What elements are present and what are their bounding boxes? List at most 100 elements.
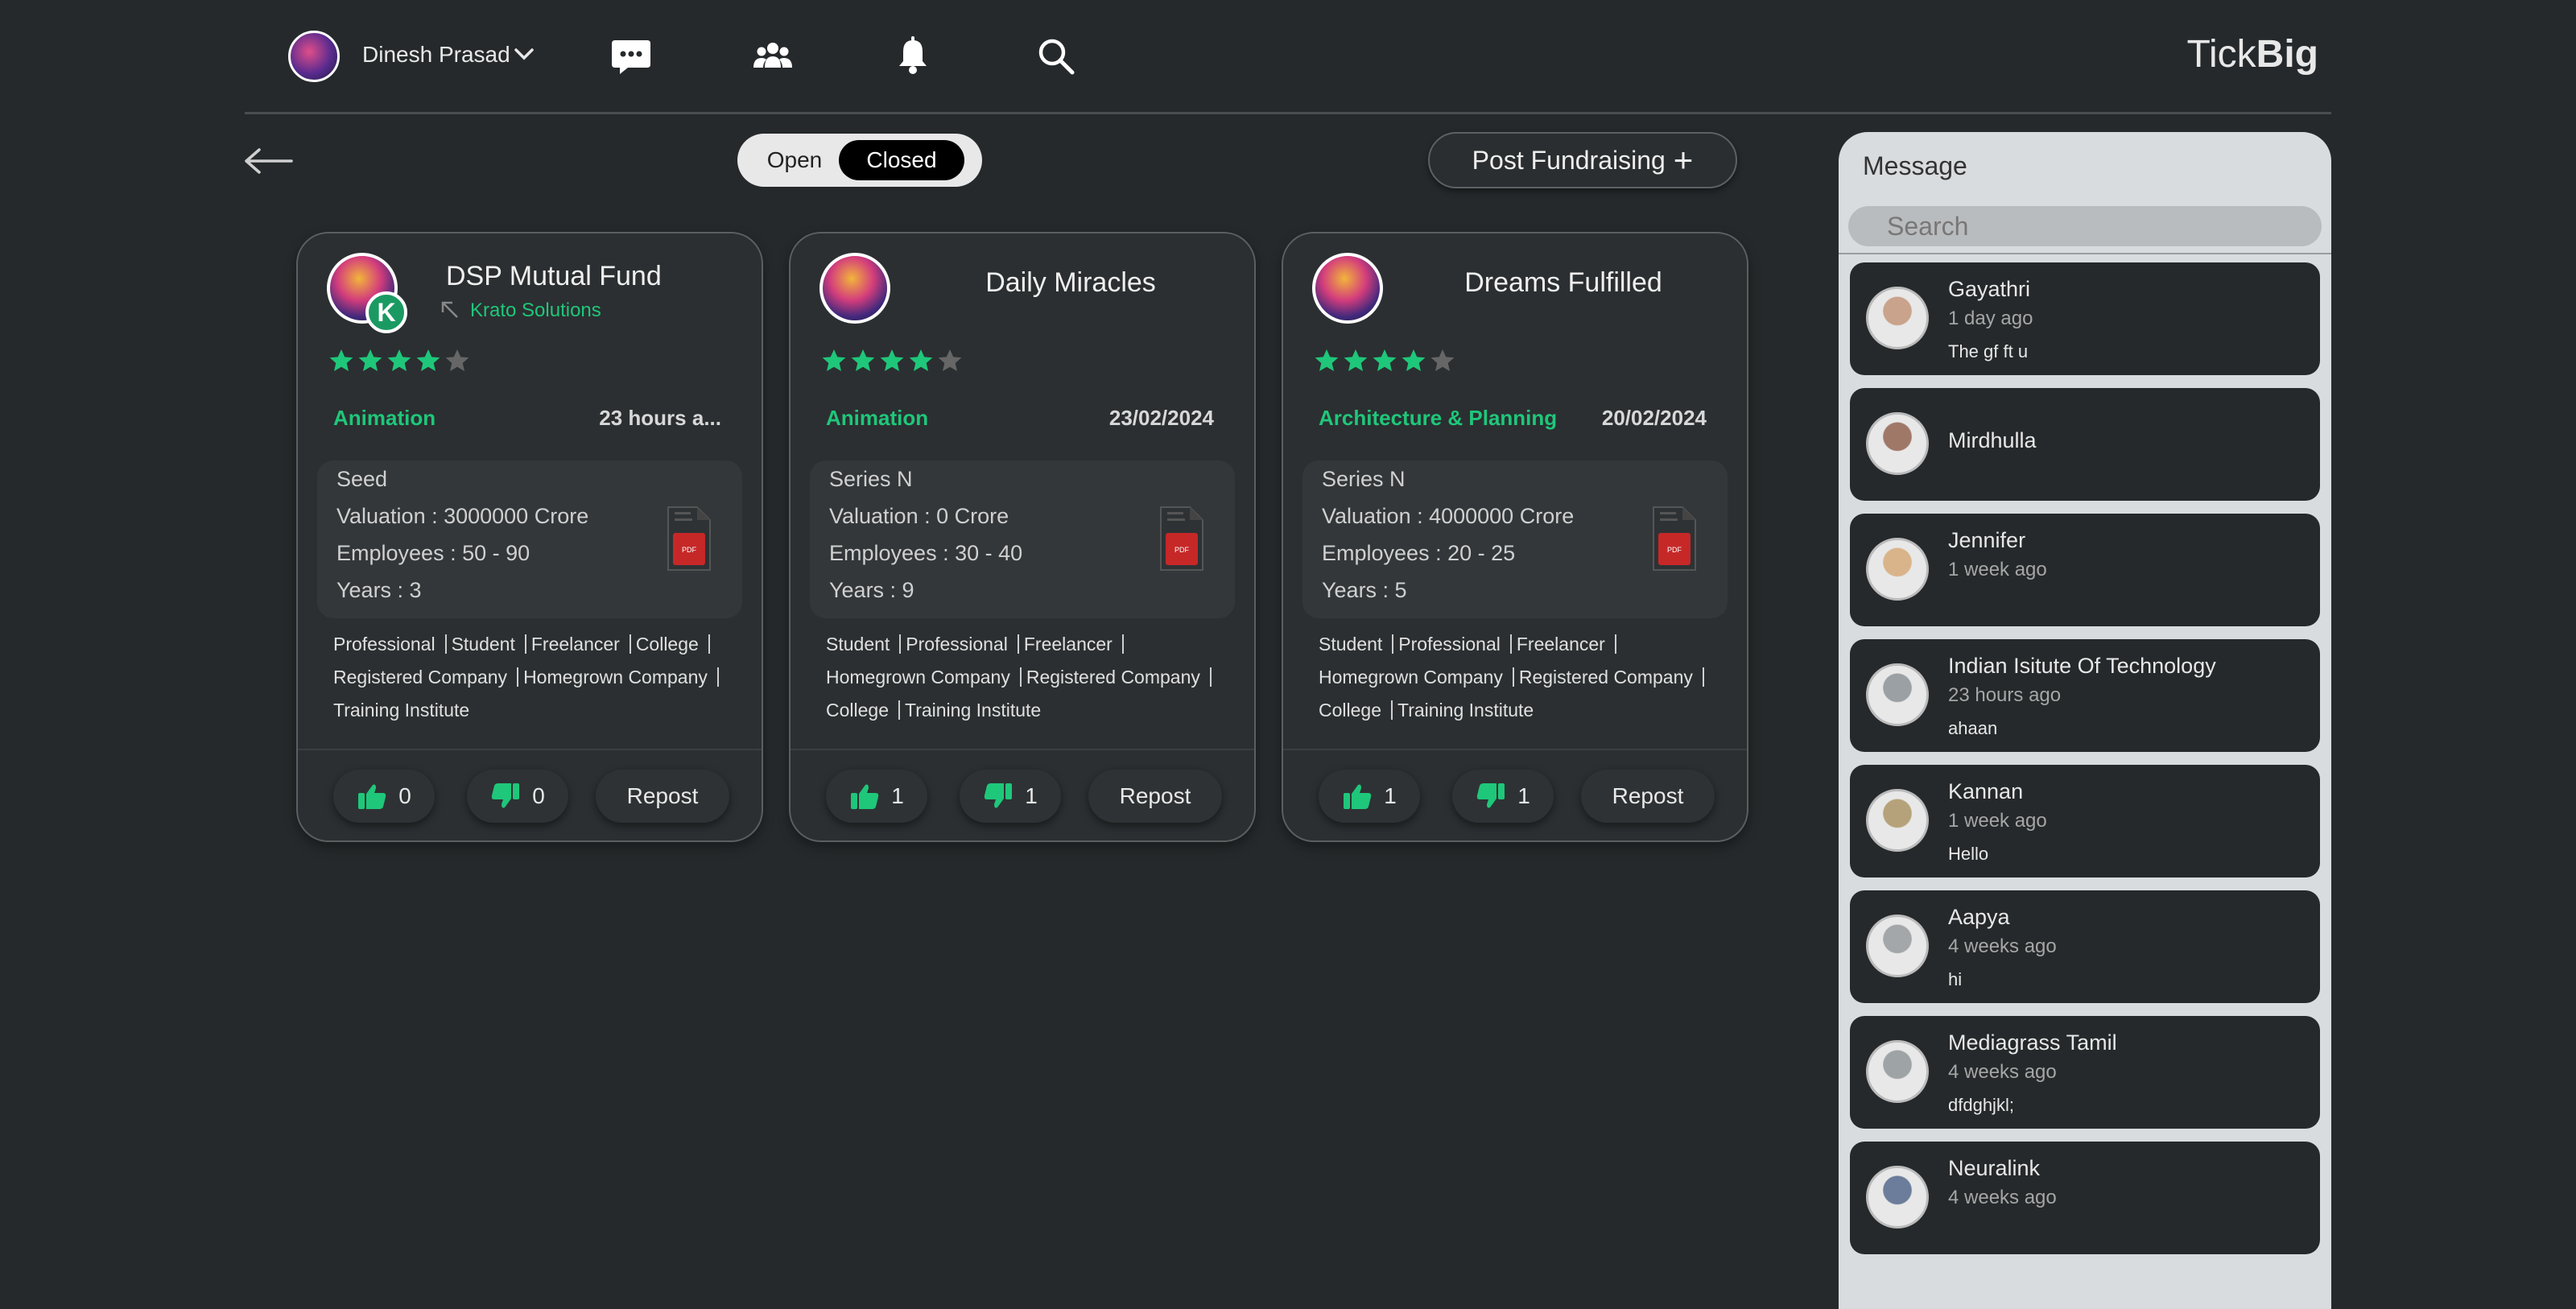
card-footer-divider	[298, 749, 762, 750]
tag: College	[1319, 700, 1393, 720]
toggle-open[interactable]: Open	[744, 140, 845, 180]
card-title[interactable]: DSP Mutual Fund	[446, 261, 662, 292]
message-item[interactable]: Kannan 1 week ago Hello	[1850, 765, 2320, 877]
valuation-label: Valuation : 4000000 Crore	[1322, 504, 1575, 528]
contact-avatar	[1866, 663, 1929, 726]
fundraising-card[interactable]: Dreams Fulfilled Architecture & Planning 2…	[1282, 232, 1748, 842]
post-fundraising-label: Post Fundraising	[1472, 145, 1666, 175]
pdf-icon[interactable]: PDF	[1158, 504, 1206, 573]
card-avatar[interactable]	[819, 253, 890, 324]
message-search[interactable]	[1848, 206, 2322, 246]
like-count: 0	[398, 783, 411, 808]
message-item[interactable]: Mirdhulla	[1850, 388, 2320, 501]
star-filled-icon	[880, 349, 904, 371]
brand-light: Tick	[2186, 33, 2256, 76]
tag: Professional	[1398, 634, 1512, 654]
years-label: Years : 9	[829, 578, 914, 602]
employees-label: Employees : 50 - 90	[336, 541, 530, 565]
contact-avatar	[1866, 287, 1929, 349]
tag: Training Institute	[905, 700, 1042, 721]
dislike-button[interactable]: 1	[1452, 770, 1554, 823]
star-filled-icon	[358, 349, 382, 371]
toggle-closed[interactable]: Closed	[839, 140, 964, 180]
user-name[interactable]: Dinesh Prasad	[362, 42, 510, 68]
repost-label: Repost	[626, 783, 699, 808]
info-box: Series N Valuation : 0 Crore Employees : 3…	[810, 460, 1235, 618]
star-filled-icon	[1402, 349, 1426, 371]
tag: Registered Company	[1519, 667, 1704, 687]
info-box: Series N Valuation : 4000000 Crore Employe…	[1302, 460, 1728, 618]
community-icon[interactable]	[750, 34, 795, 79]
message-title: Message	[1863, 151, 1967, 180]
company-link[interactable]: Krato Solutions	[470, 299, 601, 322]
repost-label: Repost	[1119, 783, 1191, 808]
repost-label: Repost	[1612, 783, 1684, 808]
user-avatar[interactable]	[288, 31, 340, 82]
contact-avatar	[1866, 412, 1929, 475]
pdf-icon[interactable]: PDF	[665, 504, 713, 573]
card-title[interactable]: Daily Miracles	[903, 267, 1238, 299]
message-preview: ahaan	[1948, 718, 1998, 738]
tag: Registered Company	[333, 667, 519, 687]
repost-button[interactable]: Repost	[1088, 770, 1222, 823]
message-time: 4 weeks ago	[1948, 1061, 2057, 1083]
card-title[interactable]: Dreams Fulfilled	[1396, 267, 1731, 299]
message-divider	[1839, 253, 2331, 254]
post-fundraising-button[interactable]: Post Fundraising +	[1428, 132, 1737, 188]
tag: Freelancer	[1517, 634, 1616, 654]
message-item[interactable]: Aapya 4 weeks ago hi	[1850, 890, 2320, 1003]
pdf-icon[interactable]: PDF	[1650, 504, 1699, 573]
message-panel: Message Gayathri 1 day ago The gf ft u Mird…	[1839, 132, 2331, 1309]
message-list: Gayathri 1 day ago The gf ft u Mirdhulla Jen…	[1850, 262, 2320, 1267]
svg-text:PDF: PDF	[1667, 546, 1682, 554]
tag: College	[636, 634, 710, 654]
chat-icon[interactable]	[609, 34, 654, 79]
message-item[interactable]: Gayathri 1 day ago The gf ft u	[1850, 262, 2320, 375]
contact-avatar	[1866, 1166, 1929, 1228]
rating-stars	[1314, 348, 1455, 374]
star-filled-icon	[1373, 349, 1397, 371]
star-empty-icon	[938, 349, 962, 371]
star-filled-icon	[1315, 349, 1339, 371]
message-item[interactable]: Indian Isitute Of Technology 23 hours ago…	[1850, 639, 2320, 752]
tag: Homegrown Company	[523, 667, 719, 687]
like-button[interactable]: 1	[826, 770, 927, 823]
message-item[interactable]: Neuralink 4 weeks ago	[1850, 1142, 2320, 1254]
message-time: 1 day ago	[1948, 308, 2033, 329]
arrow-up-left-icon	[441, 301, 458, 318]
fundraising-card[interactable]: K DSP Mutual Fund Krato Solutions Animation…	[296, 232, 763, 842]
dislike-count: 1	[1025, 783, 1038, 808]
dislike-button[interactable]: 0	[467, 770, 568, 823]
like-button[interactable]: 0	[333, 770, 435, 823]
message-item[interactable]: Mediagrass Tamil 4 weeks ago dfdghjkl;	[1850, 1016, 2320, 1129]
star-empty-icon	[445, 349, 469, 371]
chevron-down-icon[interactable]	[514, 45, 535, 63]
message-item[interactable]: Jennifer 1 week ago	[1850, 514, 2320, 626]
dislike-icon	[985, 783, 1013, 808]
dislike-button[interactable]: 1	[960, 770, 1061, 823]
repost-button[interactable]: Repost	[596, 770, 729, 823]
status-toggle[interactable]: Open Closed	[737, 134, 982, 187]
search-icon[interactable]	[1034, 34, 1079, 79]
tag: Training Institute	[333, 700, 470, 721]
contact-name: Jennifer	[1948, 528, 2026, 552]
brand-logo[interactable]: TickBig	[2186, 32, 2318, 76]
tag: Student	[452, 634, 526, 654]
contact-name: Mirdhulla	[1948, 428, 2037, 452]
contact-name: Kannan	[1948, 779, 2024, 803]
card-avatar[interactable]	[1312, 253, 1383, 324]
like-button[interactable]: 1	[1319, 770, 1420, 823]
repost-button[interactable]: Repost	[1581, 770, 1715, 823]
category-label: Animation	[826, 406, 929, 430]
fundraising-card[interactable]: Daily Miracles Animation 23/02/2024 Series …	[789, 232, 1256, 842]
back-arrow-icon[interactable]	[242, 145, 293, 177]
message-search-input[interactable]	[1848, 206, 2322, 246]
date-label: 20/02/2024	[1601, 406, 1707, 430]
card-footer-divider	[1283, 749, 1747, 750]
bell-icon[interactable]	[890, 34, 935, 79]
svg-text:PDF: PDF	[1174, 546, 1190, 554]
tag: Freelancer	[1024, 634, 1124, 654]
tag-list: Professional Student Freelancer College Regi…	[333, 628, 736, 727]
stage-label: Series N	[829, 467, 913, 491]
tag-list: Student Professional FreelancerHomegrown C…	[1319, 628, 1721, 727]
